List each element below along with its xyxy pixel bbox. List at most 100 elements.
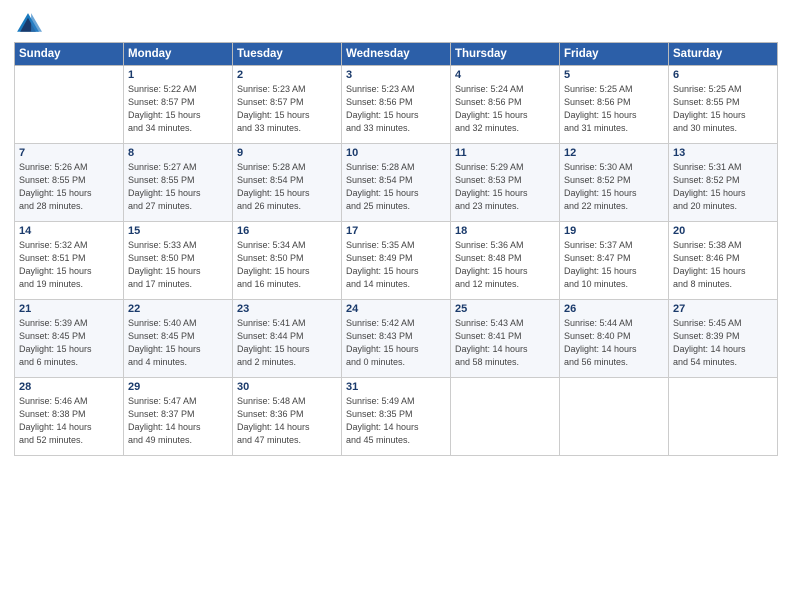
day-number: 12 bbox=[564, 147, 664, 159]
day-number: 25 bbox=[455, 303, 555, 315]
calendar-cell: 21 Sunrise: 5:39 AM Sunset: 8:45 PM Dayli… bbox=[15, 300, 124, 378]
day-detail: Sunrise: 5:43 AM Sunset: 8:41 PM Dayligh… bbox=[455, 317, 555, 369]
day-detail: Sunrise: 5:26 AM Sunset: 8:55 PM Dayligh… bbox=[19, 161, 119, 213]
header bbox=[14, 10, 778, 38]
calendar-cell: 31 Sunrise: 5:49 AM Sunset: 8:35 PM Dayli… bbox=[342, 378, 451, 456]
day-detail: Sunrise: 5:44 AM Sunset: 8:40 PM Dayligh… bbox=[564, 317, 664, 369]
day-header-tuesday: Tuesday bbox=[233, 43, 342, 66]
calendar-cell: 27Sunrise: 5:45 AM Sunset: 8:39 PM Dayli… bbox=[669, 300, 778, 378]
week-row-4: 21 Sunrise: 5:39 AM Sunset: 8:45 PM Dayli… bbox=[15, 300, 778, 378]
day-header-friday: Friday bbox=[560, 43, 669, 66]
day-detail: Sunrise: 5:48 AM Sunset: 8:36 PM Dayligh… bbox=[237, 395, 337, 447]
day-number: 27 bbox=[673, 303, 773, 315]
day-detail: Sunrise: 5:28 AM Sunset: 8:54 PM Dayligh… bbox=[346, 161, 446, 213]
day-detail: Sunrise: 5:28 AM Sunset: 8:54 PM Dayligh… bbox=[237, 161, 337, 213]
day-number: 7 bbox=[19, 147, 119, 159]
calendar-cell: 24 Sunrise: 5:42 AM Sunset: 8:43 PM Dayli… bbox=[342, 300, 451, 378]
day-number: 29 bbox=[128, 381, 228, 393]
calendar-cell bbox=[560, 378, 669, 456]
week-row-3: 14 Sunrise: 5:32 AM Sunset: 8:51 PM Dayli… bbox=[15, 222, 778, 300]
calendar-cell: 2Sunrise: 5:23 AM Sunset: 8:57 PM Daylig… bbox=[233, 66, 342, 144]
calendar-cell: 11 Sunrise: 5:29 AM Sunset: 8:53 PM Dayli… bbox=[451, 144, 560, 222]
day-number: 22 bbox=[128, 303, 228, 315]
day-detail: Sunrise: 5:31 AM Sunset: 8:52 PM Dayligh… bbox=[673, 161, 773, 213]
day-number: 20 bbox=[673, 225, 773, 237]
day-number: 24 bbox=[346, 303, 446, 315]
calendar-cell: 20 Sunrise: 5:38 AM Sunset: 8:46 PM Dayli… bbox=[669, 222, 778, 300]
day-detail: Sunrise: 5:39 AM Sunset: 8:45 PM Dayligh… bbox=[19, 317, 119, 369]
day-detail: Sunrise: 5:37 AM Sunset: 8:47 PM Dayligh… bbox=[564, 239, 664, 291]
header-row: SundayMondayTuesdayWednesdayThursdayFrid… bbox=[15, 43, 778, 66]
week-row-5: 28 Sunrise: 5:46 AM Sunset: 8:38 PM Dayli… bbox=[15, 378, 778, 456]
day-detail: Sunrise: 5:47 AM Sunset: 8:37 PM Dayligh… bbox=[128, 395, 228, 447]
calendar-cell: 8 Sunrise: 5:27 AM Sunset: 8:55 PM Daylig… bbox=[124, 144, 233, 222]
day-number: 6 bbox=[673, 69, 773, 81]
day-number: 19 bbox=[564, 225, 664, 237]
day-number: 18 bbox=[455, 225, 555, 237]
calendar-cell: 12 Sunrise: 5:30 AM Sunset: 8:52 PM Dayli… bbox=[560, 144, 669, 222]
page-container: SundayMondayTuesdayWednesdayThursdayFrid… bbox=[0, 0, 792, 464]
logo bbox=[14, 10, 46, 38]
day-header-monday: Monday bbox=[124, 43, 233, 66]
day-number: 28 bbox=[19, 381, 119, 393]
day-detail: Sunrise: 5:38 AM Sunset: 8:46 PM Dayligh… bbox=[673, 239, 773, 291]
day-detail: Sunrise: 5:22 AM Sunset: 8:57 PM Dayligh… bbox=[128, 83, 228, 135]
calendar-cell: 23 Sunrise: 5:41 AM Sunset: 8:44 PM Dayli… bbox=[233, 300, 342, 378]
day-number: 31 bbox=[346, 381, 446, 393]
calendar-cell: 10 Sunrise: 5:28 AM Sunset: 8:54 PM Dayli… bbox=[342, 144, 451, 222]
day-number: 23 bbox=[237, 303, 337, 315]
day-detail: Sunrise: 5:34 AM Sunset: 8:50 PM Dayligh… bbox=[237, 239, 337, 291]
day-number: 1 bbox=[128, 69, 228, 81]
calendar-cell: 13 Sunrise: 5:31 AM Sunset: 8:52 PM Dayli… bbox=[669, 144, 778, 222]
day-detail: Sunrise: 5:30 AM Sunset: 8:52 PM Dayligh… bbox=[564, 161, 664, 213]
calendar-cell: 9 Sunrise: 5:28 AM Sunset: 8:54 PM Daylig… bbox=[233, 144, 342, 222]
day-detail: Sunrise: 5:33 AM Sunset: 8:50 PM Dayligh… bbox=[128, 239, 228, 291]
calendar-cell: 15 Sunrise: 5:33 AM Sunset: 8:50 PM Dayli… bbox=[124, 222, 233, 300]
calendar-cell: 4 Sunrise: 5:24 AM Sunset: 8:56 PM Daylig… bbox=[451, 66, 560, 144]
day-number: 11 bbox=[455, 147, 555, 159]
calendar-cell: 22 Sunrise: 5:40 AM Sunset: 8:45 PM Dayli… bbox=[124, 300, 233, 378]
day-detail: Sunrise: 5:35 AM Sunset: 8:49 PM Dayligh… bbox=[346, 239, 446, 291]
calendar-cell: 19 Sunrise: 5:37 AM Sunset: 8:47 PM Dayli… bbox=[560, 222, 669, 300]
day-number: 13 bbox=[673, 147, 773, 159]
calendar-cell bbox=[451, 378, 560, 456]
day-number: 10 bbox=[346, 147, 446, 159]
calendar-cell: 28 Sunrise: 5:46 AM Sunset: 8:38 PM Dayli… bbox=[15, 378, 124, 456]
day-detail: Sunrise: 5:49 AM Sunset: 8:35 PM Dayligh… bbox=[346, 395, 446, 447]
calendar-cell bbox=[15, 66, 124, 144]
week-row-2: 7 Sunrise: 5:26 AM Sunset: 8:55 PM Daylig… bbox=[15, 144, 778, 222]
day-detail: Sunrise: 5:32 AM Sunset: 8:51 PM Dayligh… bbox=[19, 239, 119, 291]
day-number: 17 bbox=[346, 225, 446, 237]
day-detail: Sunrise: 5:24 AM Sunset: 8:56 PM Dayligh… bbox=[455, 83, 555, 135]
calendar-cell: 5Sunrise: 5:25 AM Sunset: 8:56 PM Daylig… bbox=[560, 66, 669, 144]
calendar-cell: 14 Sunrise: 5:32 AM Sunset: 8:51 PM Dayli… bbox=[15, 222, 124, 300]
day-detail: Sunrise: 5:29 AM Sunset: 8:53 PM Dayligh… bbox=[455, 161, 555, 213]
day-detail: Sunrise: 5:27 AM Sunset: 8:55 PM Dayligh… bbox=[128, 161, 228, 213]
day-header-sunday: Sunday bbox=[15, 43, 124, 66]
calendar-cell: 18Sunrise: 5:36 AM Sunset: 8:48 PM Dayli… bbox=[451, 222, 560, 300]
calendar-cell: 17 Sunrise: 5:35 AM Sunset: 8:49 PM Dayli… bbox=[342, 222, 451, 300]
calendar-table: SundayMondayTuesdayWednesdayThursdayFrid… bbox=[14, 42, 778, 456]
calendar-cell: 7 Sunrise: 5:26 AM Sunset: 8:55 PM Daylig… bbox=[15, 144, 124, 222]
logo-icon bbox=[14, 10, 42, 38]
day-number: 26 bbox=[564, 303, 664, 315]
day-detail: Sunrise: 5:42 AM Sunset: 8:43 PM Dayligh… bbox=[346, 317, 446, 369]
calendar-cell: 1 Sunrise: 5:22 AM Sunset: 8:57 PM Daylig… bbox=[124, 66, 233, 144]
calendar-cell: 26 Sunrise: 5:44 AM Sunset: 8:40 PM Dayli… bbox=[560, 300, 669, 378]
day-header-saturday: Saturday bbox=[669, 43, 778, 66]
day-number: 8 bbox=[128, 147, 228, 159]
day-number: 4 bbox=[455, 69, 555, 81]
day-number: 9 bbox=[237, 147, 337, 159]
day-number: 15 bbox=[128, 225, 228, 237]
calendar-cell: 16Sunrise: 5:34 AM Sunset: 8:50 PM Dayli… bbox=[233, 222, 342, 300]
week-row-1: 1 Sunrise: 5:22 AM Sunset: 8:57 PM Daylig… bbox=[15, 66, 778, 144]
day-detail: Sunrise: 5:25 AM Sunset: 8:56 PM Dayligh… bbox=[564, 83, 664, 135]
day-detail: Sunrise: 5:40 AM Sunset: 8:45 PM Dayligh… bbox=[128, 317, 228, 369]
day-header-thursday: Thursday bbox=[451, 43, 560, 66]
calendar-cell: 25 Sunrise: 5:43 AM Sunset: 8:41 PM Dayli… bbox=[451, 300, 560, 378]
day-detail: Sunrise: 5:41 AM Sunset: 8:44 PM Dayligh… bbox=[237, 317, 337, 369]
day-detail: Sunrise: 5:46 AM Sunset: 8:38 PM Dayligh… bbox=[19, 395, 119, 447]
day-number: 14 bbox=[19, 225, 119, 237]
day-header-wednesday: Wednesday bbox=[342, 43, 451, 66]
day-number: 21 bbox=[19, 303, 119, 315]
